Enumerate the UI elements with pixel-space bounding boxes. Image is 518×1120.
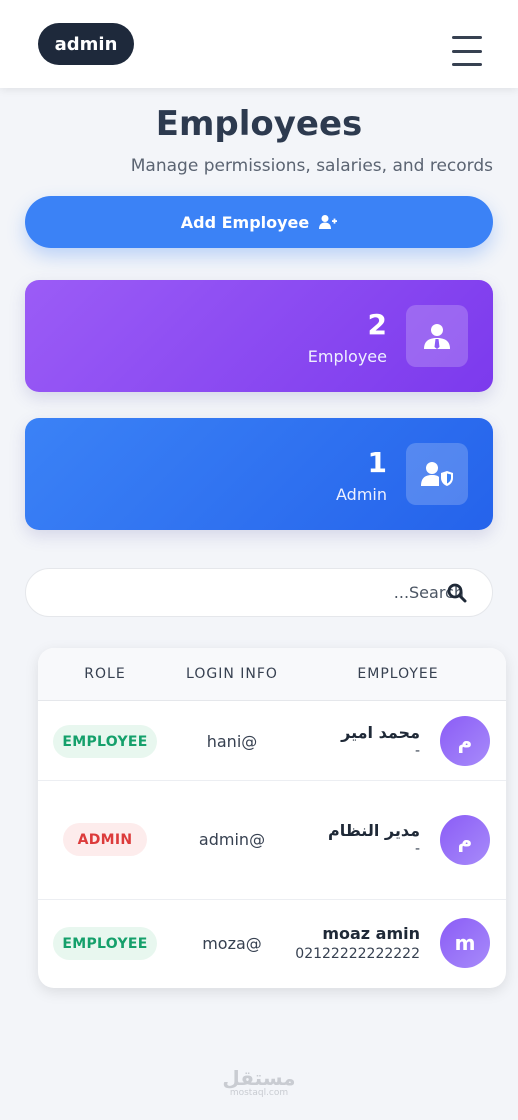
user-tie-icon (406, 305, 468, 367)
search-bar (25, 568, 493, 617)
employees-table: ROLE LOGIN INFO EMPLOYEE م محمد امير - h… (38, 648, 506, 988)
watermark-text: مستقل (222, 1066, 296, 1090)
search-input[interactable] (46, 569, 464, 616)
admin-count: 1 (367, 446, 387, 479)
employee-login: hani@ (206, 732, 258, 751)
admin-count-label: Admin (336, 485, 387, 504)
watermark-url: mostaql.com (229, 1088, 289, 1098)
hamburger-icon[interactable] (452, 36, 482, 66)
avatar: م (440, 716, 490, 766)
employee-name: مدير النظام (327, 821, 420, 840)
user-plus-icon (319, 215, 338, 229)
avatar: م (440, 815, 490, 865)
employee-login: admin@ (198, 830, 266, 849)
user-shield-icon (406, 443, 468, 505)
employee-stat-card: 2 Employee (25, 280, 493, 392)
column-login-info: LOGIN INFO (186, 666, 278, 682)
employee-name: محمد امير (341, 723, 420, 742)
watermark-logo: مستقل mostaql.com (0, 1066, 518, 1098)
column-role: ROLE (84, 666, 126, 682)
role-badge: EMPLOYEE (53, 725, 157, 758)
table-row[interactable]: م مدير النظام - admin@ ADMIN (38, 781, 506, 900)
employee-phone: 02122222222222 (295, 946, 420, 962)
employee-name: moaz amin (322, 924, 420, 943)
add-employee-button[interactable]: Add Employee (25, 196, 493, 248)
table-row[interactable]: م محمد امير - hani@ EMPLOYEE (38, 701, 506, 781)
admin-stat-card: 1 Admin (25, 418, 493, 530)
avatar: m (440, 918, 490, 968)
page-title: Employees (155, 104, 363, 144)
employee-count-label: Employee (307, 347, 387, 366)
top-navbar: admin (0, 0, 518, 88)
table-header: ROLE LOGIN INFO EMPLOYEE (38, 648, 506, 701)
user-badge[interactable]: admin (38, 23, 134, 65)
role-badge: EMPLOYEE (53, 927, 157, 960)
search-icon[interactable] (447, 583, 467, 603)
table-row[interactable]: m moaz amin 02122222222222 moza@ EMPLOYE… (38, 900, 506, 988)
column-employee: EMPLOYEE (357, 666, 439, 682)
add-employee-label: Add Employee (180, 212, 310, 232)
role-badge: ADMIN (63, 823, 147, 856)
page-subtitle: Manage permissions, salaries, and record… (130, 156, 493, 176)
employee-login: moza@ (202, 934, 262, 953)
employee-count: 2 (367, 308, 387, 341)
employee-phone: - (414, 841, 420, 857)
employee-phone: - (414, 743, 420, 759)
